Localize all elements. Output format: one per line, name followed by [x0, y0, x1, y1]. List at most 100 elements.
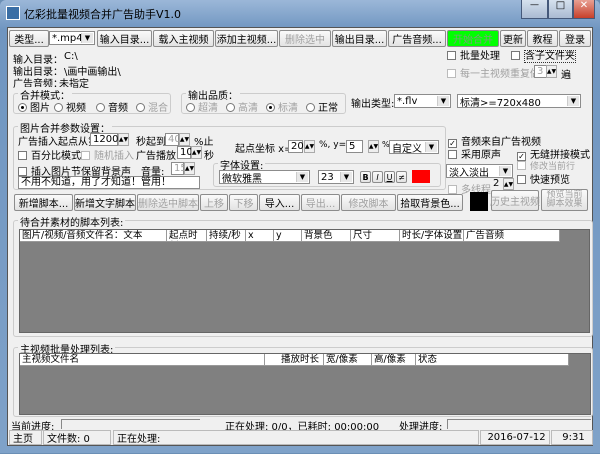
- column-header[interactable]: 起点时刻: [167, 230, 207, 242]
- use-original-label: 采用原声: [461, 150, 501, 161]
- radio-ultra[interactable]: 超清: [186, 99, 218, 114]
- update-button[interactable]: 更新: [500, 30, 526, 47]
- start-seconds-input[interactable]: 1200: [90, 133, 118, 146]
- italic-button[interactable]: I: [372, 171, 383, 183]
- column-header[interactable]: 主视频文件名: [20, 354, 265, 366]
- column-header[interactable]: 广告音频: [464, 230, 560, 242]
- ad-play-input[interactable]: 10: [177, 146, 193, 159]
- new-text-script-button[interactable]: 新增文字脚本: [74, 194, 136, 211]
- radio-image[interactable]: 图片: [18, 99, 50, 114]
- load-main-video-button[interactable]: 载入主视频: [153, 30, 214, 47]
- checkbox-icon: [511, 51, 520, 60]
- repeat-spinner[interactable]: ▲▼: [546, 65, 557, 78]
- column-header[interactable]: 图片/视频/音频文件名：文本: [20, 230, 167, 242]
- history-main-video-button[interactable]: 历史主视频: [490, 190, 540, 211]
- export-button[interactable]: 导出...: [301, 194, 340, 211]
- column-header[interactable]: 背景色: [302, 230, 351, 242]
- import-button[interactable]: 导入...: [259, 194, 300, 211]
- subfolders-checkbox[interactable]: 含子文件夹: [511, 47, 576, 63]
- random-insert-checkbox[interactable]: 随机插入: [81, 147, 134, 162]
- repeat-checkbox[interactable]: 每一主视频重复做: [447, 65, 540, 80]
- radio-label: 视频: [66, 103, 86, 114]
- radio-standard[interactable]: 标清: [266, 99, 298, 114]
- column-header[interactable]: 状态: [416, 354, 569, 366]
- input-dir-button[interactable]: 输入目录...: [97, 30, 152, 47]
- output-dir-button[interactable]: 输出目录...: [332, 30, 387, 47]
- transition-combo[interactable]: 淡入淡出 ▼: [446, 164, 513, 179]
- column-header[interactable]: 高/像素: [372, 354, 416, 366]
- column-header[interactable]: 时长/字体设置: [400, 230, 464, 242]
- output-type-value: *.flv: [397, 95, 418, 107]
- radio-audio[interactable]: 音频: [96, 99, 128, 114]
- ad-audio-button[interactable]: 广告音频...: [388, 30, 446, 47]
- x-input[interactable]: 20: [288, 140, 304, 153]
- radio-mixed[interactable]: 混合: [136, 99, 168, 114]
- move-up-button[interactable]: 上移: [200, 194, 228, 211]
- bg-color-swatch[interactable]: [470, 192, 488, 211]
- quick-preview-checkbox[interactable]: 快速预览: [517, 171, 570, 186]
- threads-spinner[interactable]: ▲▼: [503, 178, 514, 190]
- font-color-swatch[interactable]: [412, 170, 430, 183]
- font-size-combo[interactable]: 23 ▼: [318, 170, 354, 184]
- ad-text-input[interactable]: 不用不知道，用了才知道！管用！: [18, 176, 200, 189]
- column-header[interactable]: 持续/秒: [207, 230, 246, 242]
- start-spinner[interactable]: ▲▼: [118, 133, 129, 146]
- script-list[interactable]: 图片/视频/音频文件名：文本 起点时刻 持续/秒 x y 背景色 尺寸 时长/字…: [19, 229, 590, 333]
- end-spinner[interactable]: ▲▼: [179, 133, 190, 146]
- pick-bg-color-button[interactable]: 拾取背景色...: [397, 194, 463, 211]
- column-header[interactable]: 宽/像素: [324, 354, 372, 366]
- preview-script-button[interactable]: 预览当前脚本效果: [541, 189, 588, 211]
- status-file-count: 文件数: 0: [43, 430, 111, 445]
- delete-selected-button[interactable]: 删除选中: [279, 30, 331, 47]
- percent-mode-label: 百分比模式: [31, 151, 81, 162]
- volume-input[interactable]: 15: [171, 162, 187, 175]
- resolution-combo[interactable]: 标清>=720x480 ▼: [457, 94, 581, 109]
- modify-script-button[interactable]: 修改脚本: [341, 194, 396, 211]
- column-header[interactable]: 尺寸: [351, 230, 400, 242]
- radio-icon: [186, 103, 195, 112]
- checkbox-icon: [447, 51, 456, 60]
- status-processing: 正在处理:: [113, 430, 479, 445]
- tutorial-button[interactable]: 教程: [527, 30, 558, 47]
- position-combo[interactable]: 自定义 ▼: [389, 140, 439, 155]
- column-header[interactable]: 播放时长: [265, 354, 324, 366]
- radio-icon: [306, 103, 315, 112]
- start-merge-button[interactable]: 开始合并: [447, 30, 499, 47]
- radio-high[interactable]: 高清: [226, 99, 258, 114]
- ad-play-spinner[interactable]: ▲▼: [191, 146, 202, 159]
- y-spinner[interactable]: ▲▼: [368, 140, 379, 153]
- x-spinner[interactable]: ▲▼: [304, 140, 315, 153]
- column-header[interactable]: y: [274, 230, 302, 242]
- volume-spinner[interactable]: ▲▼: [184, 162, 195, 175]
- batch-list[interactable]: 主视频文件名 播放时长 宽/像素 高/像素 状态: [19, 353, 591, 415]
- batch-process-checkbox[interactable]: 批量处理: [447, 47, 500, 62]
- type-combo[interactable]: *.mp4 ▼: [49, 31, 95, 45]
- type-button[interactable]: 类型...: [9, 30, 49, 47]
- script-list-header: 图片/视频/音频文件名：文本 起点时刻 持续/秒 x y 背景色 尺寸 时长/字…: [20, 230, 560, 242]
- move-down-button[interactable]: 下移: [229, 194, 258, 211]
- use-original-checkbox[interactable]: 采用原声: [448, 146, 501, 161]
- radio-video[interactable]: 视频: [54, 99, 86, 114]
- radio-icon: [96, 103, 105, 112]
- output-type-combo[interactable]: *.flv ▼: [394, 94, 451, 108]
- strikethrough-button[interactable]: ≠: [396, 171, 407, 183]
- add-main-video-button[interactable]: 添加主视频...: [215, 30, 278, 47]
- bold-button[interactable]: B: [360, 171, 371, 183]
- percent-mode-checkbox[interactable]: 百分比模式: [18, 147, 81, 162]
- delete-script-button[interactable]: 删除选中脚本: [137, 194, 199, 211]
- login-button[interactable]: 登录: [559, 30, 591, 47]
- chevron-down-icon: ▼: [499, 166, 511, 176]
- chevron-down-icon: ▼: [296, 172, 308, 182]
- transition-value: 淡入淡出: [449, 167, 489, 179]
- font-family-combo[interactable]: 微软雅黑 ▼: [219, 170, 310, 185]
- threads-value[interactable]: 2: [493, 178, 499, 189]
- underline-button[interactable]: U: [384, 171, 395, 183]
- radio-normal[interactable]: 正常: [306, 99, 338, 114]
- column-header[interactable]: x: [246, 230, 274, 242]
- radio-label: 正常: [318, 103, 338, 114]
- end-percent-input[interactable]: 40: [165, 133, 181, 146]
- output-quality-group: 输出品质： 超清 高清 标清 正常: [181, 87, 346, 114]
- new-script-button[interactable]: 新增脚本...: [14, 194, 73, 211]
- y-input[interactable]: 5: [346, 140, 363, 153]
- chevron-down-icon: ▼: [81, 33, 93, 43]
